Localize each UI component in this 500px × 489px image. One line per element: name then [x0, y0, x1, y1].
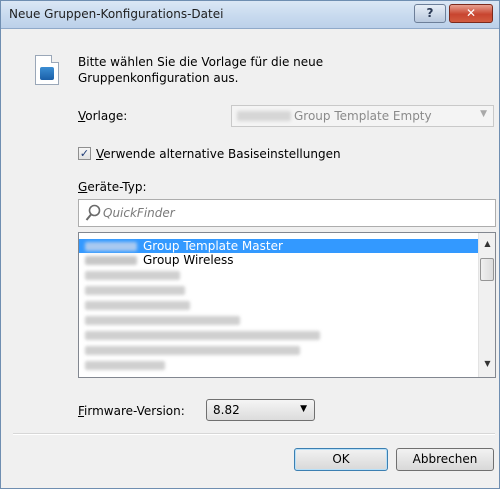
device-type-label: Geräte-Typ: [78, 180, 147, 194]
title-bar[interactable]: Neue Gruppen-Konfigurations-Datei ? ✕ [1, 1, 499, 29]
redacted-text [237, 111, 291, 121]
template-label: Vorlage: [78, 109, 128, 123]
list-item-redacted[interactable] [79, 268, 479, 282]
scroll-down-icon[interactable]: ▼ [482, 359, 493, 371]
divider [13, 433, 495, 435]
scroll-up-icon[interactable]: ▲ [482, 239, 493, 251]
list-scrollbar[interactable]: ▲ ▼ [478, 233, 495, 377]
chevron-down-icon: ▼ [300, 404, 307, 414]
close-button[interactable]: ✕ [449, 4, 493, 23]
alt-settings-checkbox[interactable]: ✓ [78, 147, 91, 160]
document-icon [35, 55, 59, 85]
list-item-redacted[interactable] [79, 283, 479, 297]
list-item-redacted[interactable] [79, 313, 479, 327]
instruction-text: Bitte wählen Sie die Vorlage für die neu… [78, 54, 378, 86]
list-item-group-wireless[interactable]: Group Wireless [79, 253, 479, 267]
window-title: Neue Gruppen-Konfigurations-Datei [9, 7, 224, 21]
list-item-group-template-master[interactable]: Group Template Master [79, 239, 479, 253]
search-placeholder: QuickFinder [103, 206, 175, 220]
template-select-value: Group Template Empty [294, 109, 432, 123]
instruction-line-1: Bitte wählen Sie die Vorlage für die neu… [78, 55, 324, 69]
search-icon [85, 204, 101, 221]
scroll-thumb[interactable] [480, 258, 494, 281]
instruction-line-2: Gruppenkonfiguration aus. [78, 71, 239, 85]
alt-settings-label[interactable]: Verwende alternative Basiseinstellungen [96, 147, 341, 161]
list-item-redacted[interactable] [79, 298, 479, 312]
cancel-button[interactable]: Abbrechen [396, 448, 494, 471]
quickfinder-search-input[interactable]: QuickFinder [78, 199, 496, 227]
chevron-down-icon: ▼ [480, 109, 487, 119]
help-button[interactable]: ? [414, 4, 446, 23]
list-item-redacted[interactable] [79, 343, 479, 357]
list-item-redacted[interactable] [79, 328, 479, 342]
firmware-label: Firmware-Version: [78, 404, 185, 418]
dialog-window: Neue Gruppen-Konfigurations-Datei ? ✕ Bi… [0, 0, 500, 489]
firmware-version-select[interactable]: 8.82 ▼ [206, 399, 315, 421]
device-type-list[interactable]: Group Template Master Group Wireless ▲ ▼ [78, 232, 496, 378]
list-item-redacted[interactable] [79, 358, 479, 372]
firmware-version-value: 8.82 [213, 403, 240, 417]
template-select[interactable]: Group Template Empty ▼ [231, 105, 494, 127]
ok-button[interactable]: OK [294, 448, 388, 471]
